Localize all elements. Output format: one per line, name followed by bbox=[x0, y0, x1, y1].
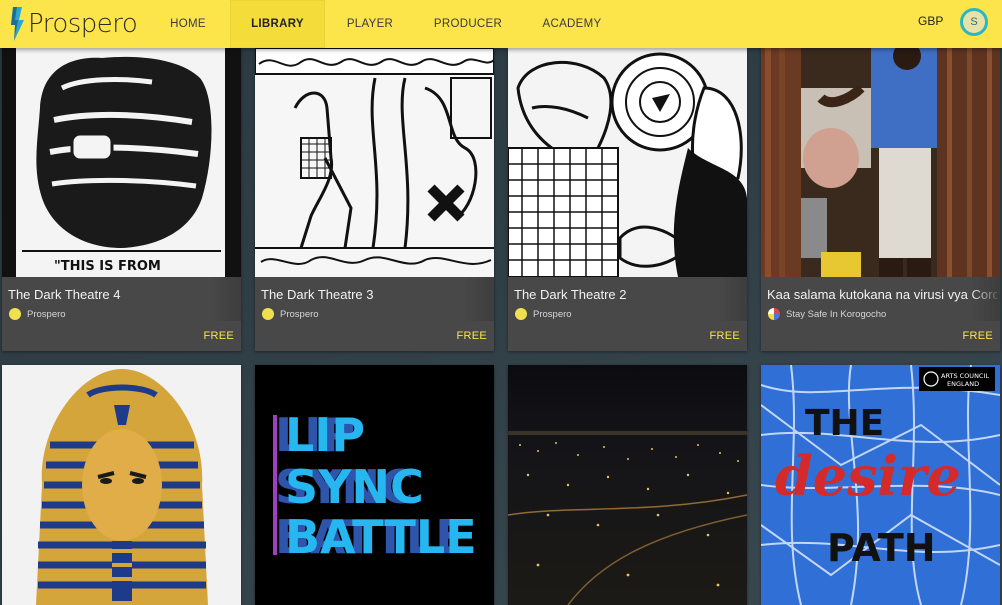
card-info: The Dark Theatre 3 Prospero FREE bbox=[255, 277, 494, 351]
author-name: Stay Safe In Korogocho bbox=[786, 308, 887, 320]
photo-people-doorway bbox=[761, 48, 1000, 277]
card-thumbnail bbox=[761, 48, 1000, 277]
thumb-text-lip-overlay: LIP bbox=[285, 408, 365, 462]
card-thumbnail bbox=[255, 48, 494, 277]
card-price: FREE bbox=[203, 330, 234, 342]
title-fade bbox=[464, 277, 494, 321]
card-thumbnail bbox=[508, 48, 747, 277]
lip-sync-battle-artwork: LIP LIP SYNC SYNC BATTLE BATTLE bbox=[255, 365, 494, 605]
library-card-tutankhamun[interactable] bbox=[2, 365, 241, 605]
card-author[interactable]: Prospero bbox=[9, 308, 66, 320]
thumb-text-desire: desire bbox=[775, 444, 961, 508]
desire-path-poster: ARTS COUNCIL ENGLAND THE desire PATH bbox=[761, 365, 1000, 605]
thumb-text-the: THE bbox=[805, 403, 884, 444]
author-name: Prospero bbox=[533, 308, 572, 320]
arts-council-badge-line1: ARTS COUNCIL bbox=[941, 372, 989, 380]
stay-safe-author-icon bbox=[768, 308, 780, 320]
card-thumbnail: ARTS COUNCIL ENGLAND THE desire PATH bbox=[761, 365, 1000, 605]
nav-player[interactable]: PLAYER bbox=[338, 0, 402, 48]
lightning-bolt-icon bbox=[11, 7, 24, 41]
card-thumbnail bbox=[2, 365, 241, 605]
prospero-author-icon bbox=[515, 308, 527, 320]
card-thumbnail: LIP LIP SYNC SYNC BATTLE BATTLE bbox=[255, 365, 494, 605]
library-card-city-night[interactable] bbox=[508, 365, 747, 605]
card-title: Kaa salama kutokana na virusi vya Corona bbox=[767, 287, 997, 302]
top-navigation-bar: Prospero HOME LIBRARY PLAYER PRODUCER AC… bbox=[0, 0, 1002, 48]
library-card-kaa-salama[interactable]: Kaa salama kutokana na virusi vya Corona… bbox=[761, 48, 1000, 351]
thumb-text-battle-overlay: BATTLE bbox=[285, 510, 477, 564]
library-card-desire-path[interactable]: ARTS COUNCIL ENGLAND THE desire PATH bbox=[761, 365, 1000, 605]
author-name: Prospero bbox=[27, 308, 66, 320]
nav-library[interactable]: LIBRARY bbox=[230, 0, 325, 48]
thumb-text-path: PATH bbox=[827, 526, 936, 570]
card-author[interactable]: Prospero bbox=[262, 308, 319, 320]
nav-home[interactable]: HOME bbox=[160, 0, 216, 48]
card-price: FREE bbox=[456, 330, 487, 342]
card-info: Kaa salama kutokana na virusi vya Corona… bbox=[761, 277, 1000, 351]
arts-council-badge-line2: ENGLAND bbox=[947, 380, 979, 388]
card-price: FREE bbox=[962, 330, 993, 342]
card-price: FREE bbox=[709, 330, 740, 342]
raised-fist-illustration: "THIS IS FROM bbox=[2, 48, 241, 277]
card-thumbnail: "THIS IS FROM bbox=[2, 48, 241, 277]
currency-selector[interactable]: GBP bbox=[918, 0, 943, 42]
card-info: The Dark Theatre 2 Prospero FREE bbox=[508, 277, 747, 351]
prospero-author-icon bbox=[9, 308, 21, 320]
comic-faces-illustration bbox=[508, 48, 747, 277]
card-info: The Dark Theatre 4 Prospero FREE bbox=[2, 277, 241, 351]
card-thumbnail bbox=[508, 365, 747, 605]
title-fade bbox=[211, 277, 241, 321]
author-name: Prospero bbox=[280, 308, 319, 320]
card-title: The Dark Theatre 4 bbox=[8, 287, 121, 302]
tutankhamun-mask-image bbox=[2, 365, 241, 605]
comic-illustration bbox=[255, 48, 494, 277]
card-title: The Dark Theatre 2 bbox=[514, 287, 627, 302]
prospero-logo[interactable]: Prospero bbox=[10, 6, 138, 42]
prospero-author-icon bbox=[262, 308, 274, 320]
user-avatar[interactable]: S bbox=[960, 8, 988, 36]
nav-producer[interactable]: PRODUCER bbox=[430, 0, 506, 48]
thumb-text-sync-overlay: SYNC bbox=[285, 460, 424, 514]
card-author[interactable]: Stay Safe In Korogocho bbox=[768, 308, 886, 320]
nav-academy[interactable]: ACADEMY bbox=[538, 0, 606, 48]
card-author[interactable]: Prospero bbox=[515, 308, 572, 320]
library-card-dark-theatre-4[interactable]: "THIS IS FROM The Dark Theatre 4 Prosper… bbox=[2, 48, 241, 351]
title-fade bbox=[717, 277, 747, 321]
library-card-dark-theatre-3[interactable]: The Dark Theatre 3 Prospero FREE bbox=[255, 48, 494, 351]
logo-text: Prospero bbox=[28, 9, 138, 39]
card-title: The Dark Theatre 3 bbox=[261, 287, 374, 302]
library-card-lip-sync-battle[interactable]: LIP LIP SYNC SYNC BATTLE BATTLE bbox=[255, 365, 494, 605]
title-fade bbox=[970, 277, 1000, 321]
thumb-caption: "THIS IS FROM bbox=[54, 259, 161, 274]
city-night-aerial-photo bbox=[508, 365, 747, 605]
library-card-dark-theatre-2[interactable]: The Dark Theatre 2 Prospero FREE bbox=[508, 48, 747, 351]
